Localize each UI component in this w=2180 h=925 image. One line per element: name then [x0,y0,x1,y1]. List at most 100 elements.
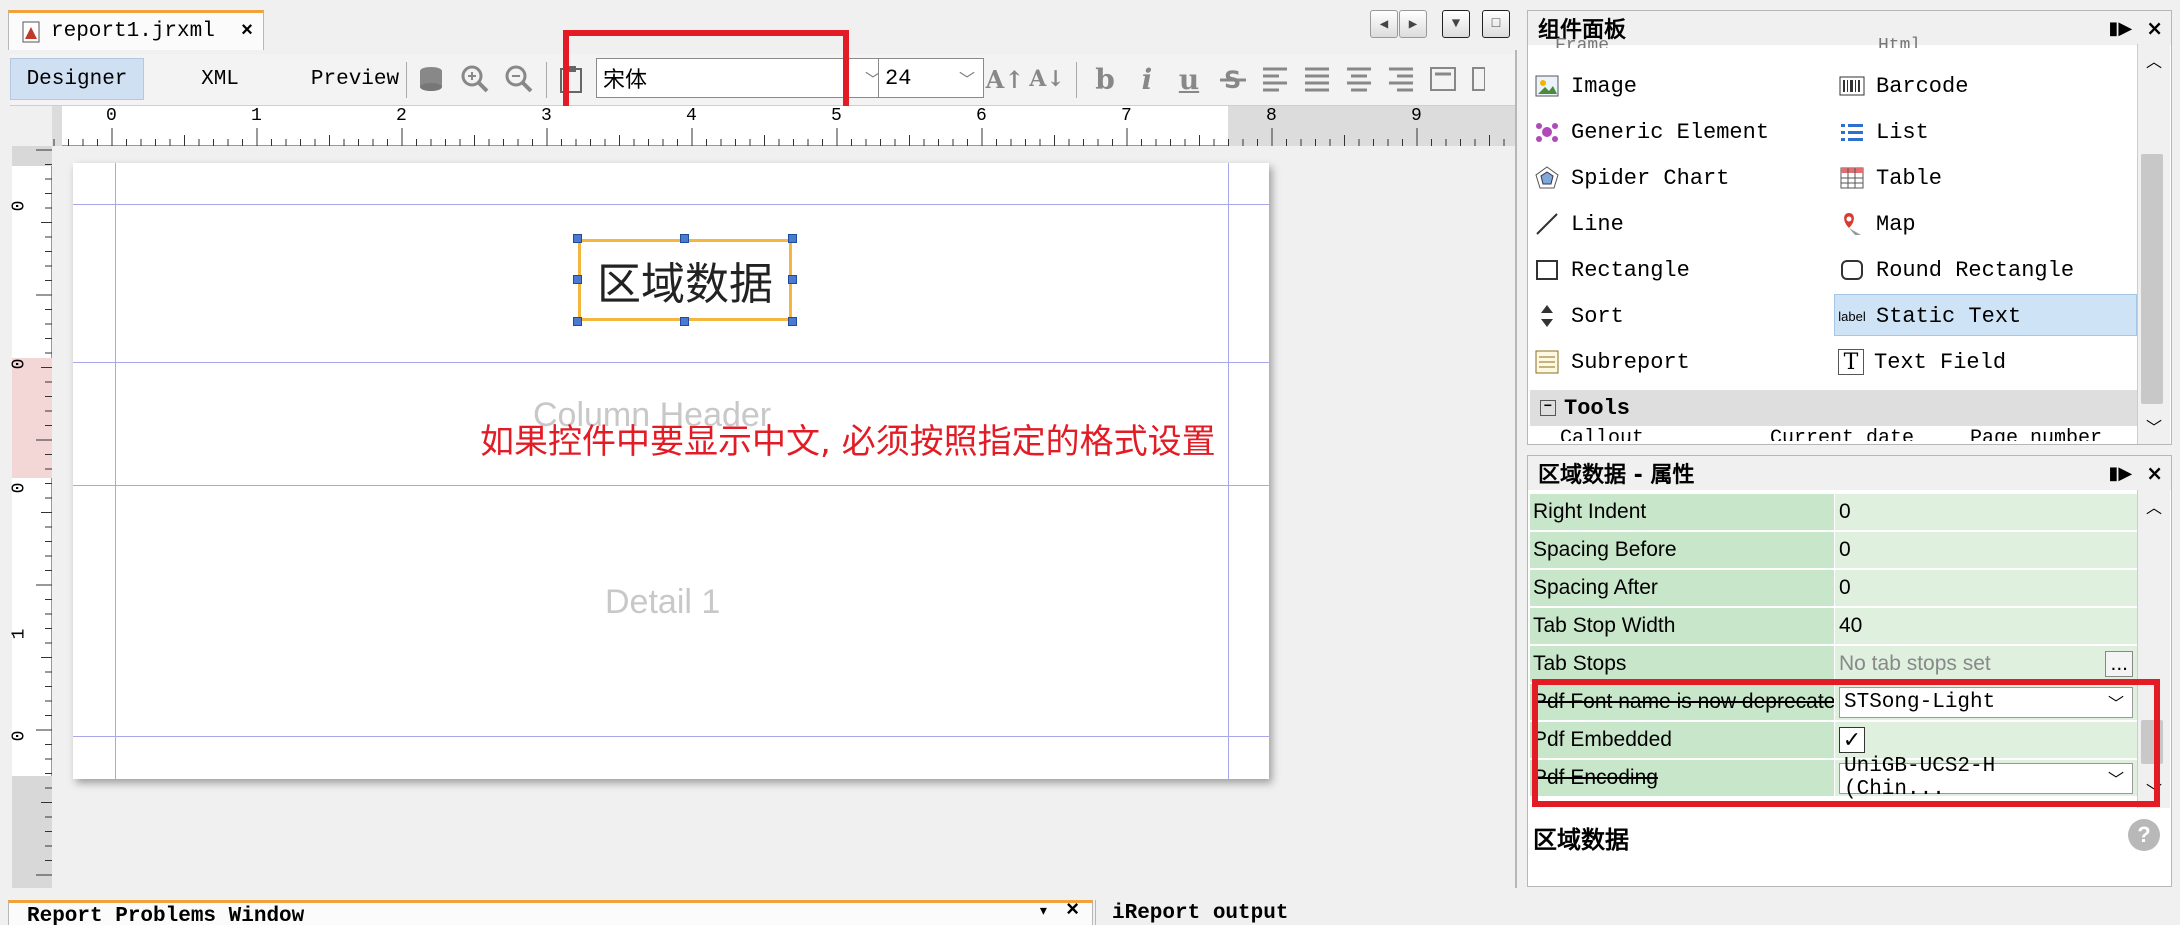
close-panel-icon[interactable]: × [1066,898,1079,923]
resize-handle[interactable] [788,317,797,326]
resize-handle[interactable] [680,234,689,243]
font-size-select[interactable]: 24 ﹀ [878,58,984,98]
band-divider [73,736,1269,737]
scroll-up-icon[interactable]: ︿ [2146,494,2162,518]
palette-item-text-field[interactable]: T Text Field [1838,342,2006,382]
zoom-in-icon[interactable] [458,62,492,96]
static-text-element[interactable]: 区域数据 [578,239,792,321]
properties-header: 区域数据 - 属性 ▮▶ × [1528,456,2171,490]
edit-tab-stops-button[interactable]: ... [2105,651,2133,677]
underline-icon[interactable]: u [1172,62,1206,96]
spider-chart-icon [1533,164,1561,192]
tools-partial-row: Callout Current date Page number [1530,427,2137,441]
align-right-icon[interactable] [1384,62,1418,96]
palette-scrollbar[interactable]: ︿ ﹀ [2137,44,2170,444]
palette-item-map[interactable]: Map [1838,204,1916,244]
close-panel-icon[interactable]: × [2146,461,2163,485]
tab-report1-jrxml[interactable]: report1.jrxml × [8,10,264,50]
property-row-tab-stop-width[interactable]: Tab Stop Width 40 [1530,608,2137,645]
palette-item-barcode[interactable]: Barcode [1838,66,1968,106]
ruler-label: 6 [976,106,987,126]
palette-item-rectangle[interactable]: Rectangle [1533,250,1690,290]
property-key: Spacing Before [1530,532,1835,568]
tab-preview[interactable]: Preview [290,58,420,100]
palette-item-generic-element[interactable]: Generic Element [1533,112,1769,152]
resize-handle[interactable] [788,275,797,284]
tools-category[interactable]: − Tools [1530,390,2137,426]
align-center-icon[interactable] [1342,62,1376,96]
static-text-icon: label [1838,308,1866,324]
property-key: Right Indent [1530,494,1835,530]
database-icon[interactable] [414,62,448,96]
tab-list-dropdown-icon[interactable]: ▼ [1442,10,1470,38]
tab-designer[interactable]: Designer [10,58,144,100]
resize-handle[interactable] [573,234,582,243]
palette-item-label: Table [1876,165,1943,191]
scroll-tabs-left-icon[interactable]: ◀ [1370,10,1398,38]
text-field-icon: T [1838,349,1864,375]
tab-xml[interactable]: XML [170,58,270,100]
palette-item-current-date[interactable]: Current date [1770,427,1914,441]
palette-item-frame-partial[interactable]: Frame [1555,36,1609,48]
property-row-tab-stops[interactable]: Tab Stops No tab stops set... [1530,646,2137,683]
align-top-icon[interactable] [1426,62,1460,96]
tools-header-label: Tools [1564,395,1631,421]
collapse-icon[interactable]: − [1540,400,1556,416]
property-row-spacing-before[interactable]: Spacing Before 0 [1530,532,2137,569]
help-icon[interactable]: ? [2128,819,2160,851]
scroll-up-icon[interactable]: ︿ [2146,48,2162,72]
palette-item-page-number[interactable]: Page number [1970,427,2102,441]
palette-item-image[interactable]: Image [1533,66,1637,106]
close-tab-icon[interactable]: × [241,20,253,43]
palette-item-spider-chart[interactable]: Spider Chart [1533,158,1729,198]
horizontal-ruler: 0 1 2 3 4 5 6 7 8 9 [52,106,1515,146]
minimize-panel-icon[interactable]: ▮▶ [2108,463,2132,484]
palette-item-list[interactable]: List [1838,112,1929,152]
align-justify-icon[interactable] [1300,62,1334,96]
resize-handle[interactable] [788,234,797,243]
palette-item-html-partial[interactable]: Html [1878,36,1921,48]
palette-header: 组件面板 ▮▶ × [1528,11,2171,45]
close-panel-icon[interactable]: × [2146,16,2163,40]
resize-handle[interactable] [573,317,582,326]
ireport-output-tab[interactable]: iReport output [1095,900,2175,925]
align-left-icon[interactable] [1258,62,1292,96]
scroll-tabs-right-icon[interactable]: ▶ [1399,10,1427,38]
sort-icon [1533,302,1561,330]
increase-font-icon[interactable]: A↑ [986,62,1025,96]
property-row-right-indent[interactable]: Right Indent 0 [1530,494,2137,531]
palette-item-label: Rectangle [1571,257,1690,283]
ruler-label: 4 [686,106,697,126]
ruler-label: 1 [9,628,30,640]
property-value-cell: No tab stops set... [1835,646,2137,682]
palette-item-static-text[interactable]: label Static Text [1838,296,2021,336]
palette-item-round-rectangle[interactable]: Round Rectangle [1838,250,2074,290]
palette-item-callout[interactable]: Callout [1560,427,1644,441]
decrease-font-icon[interactable]: A↓ [1029,62,1065,96]
palette-item-line[interactable]: Line [1533,204,1624,244]
palette-item-label: Map [1876,211,1916,237]
panel-menu-icon[interactable]: ▾ [1038,900,1049,922]
maximize-icon[interactable]: □ [1482,10,1510,38]
strikethrough-icon[interactable]: S [1216,62,1250,96]
palette-item-label: Generic Element [1571,119,1770,145]
report-problems-tab[interactable]: Report Problems Window [8,900,1093,925]
resize-handle[interactable] [680,317,689,326]
properties-title: 区域数据 - 属性 [1538,463,1695,488]
ruler-label: 9 [1411,106,1422,126]
editor-border [1515,50,1517,888]
align-middle-icon[interactable] [1468,62,1488,96]
left-margin-guide [115,163,116,779]
minimize-panel-icon[interactable]: ▮▶ [2108,18,2132,39]
band-divider [73,204,1269,205]
property-row-spacing-after[interactable]: Spacing After 0 [1530,570,2137,607]
palette-item-sort[interactable]: Sort [1533,296,1624,336]
bold-icon[interactable]: b [1088,62,1122,96]
resize-handle[interactable] [573,275,582,284]
palette-item-table[interactable]: Table [1838,158,1942,198]
scroll-thumb[interactable] [2141,154,2163,404]
scroll-down-icon[interactable]: ﹀ [2146,414,2162,438]
palette-item-subreport[interactable]: Subreport [1533,342,1690,382]
italic-icon[interactable]: i [1130,62,1164,96]
zoom-out-icon[interactable] [502,62,536,96]
